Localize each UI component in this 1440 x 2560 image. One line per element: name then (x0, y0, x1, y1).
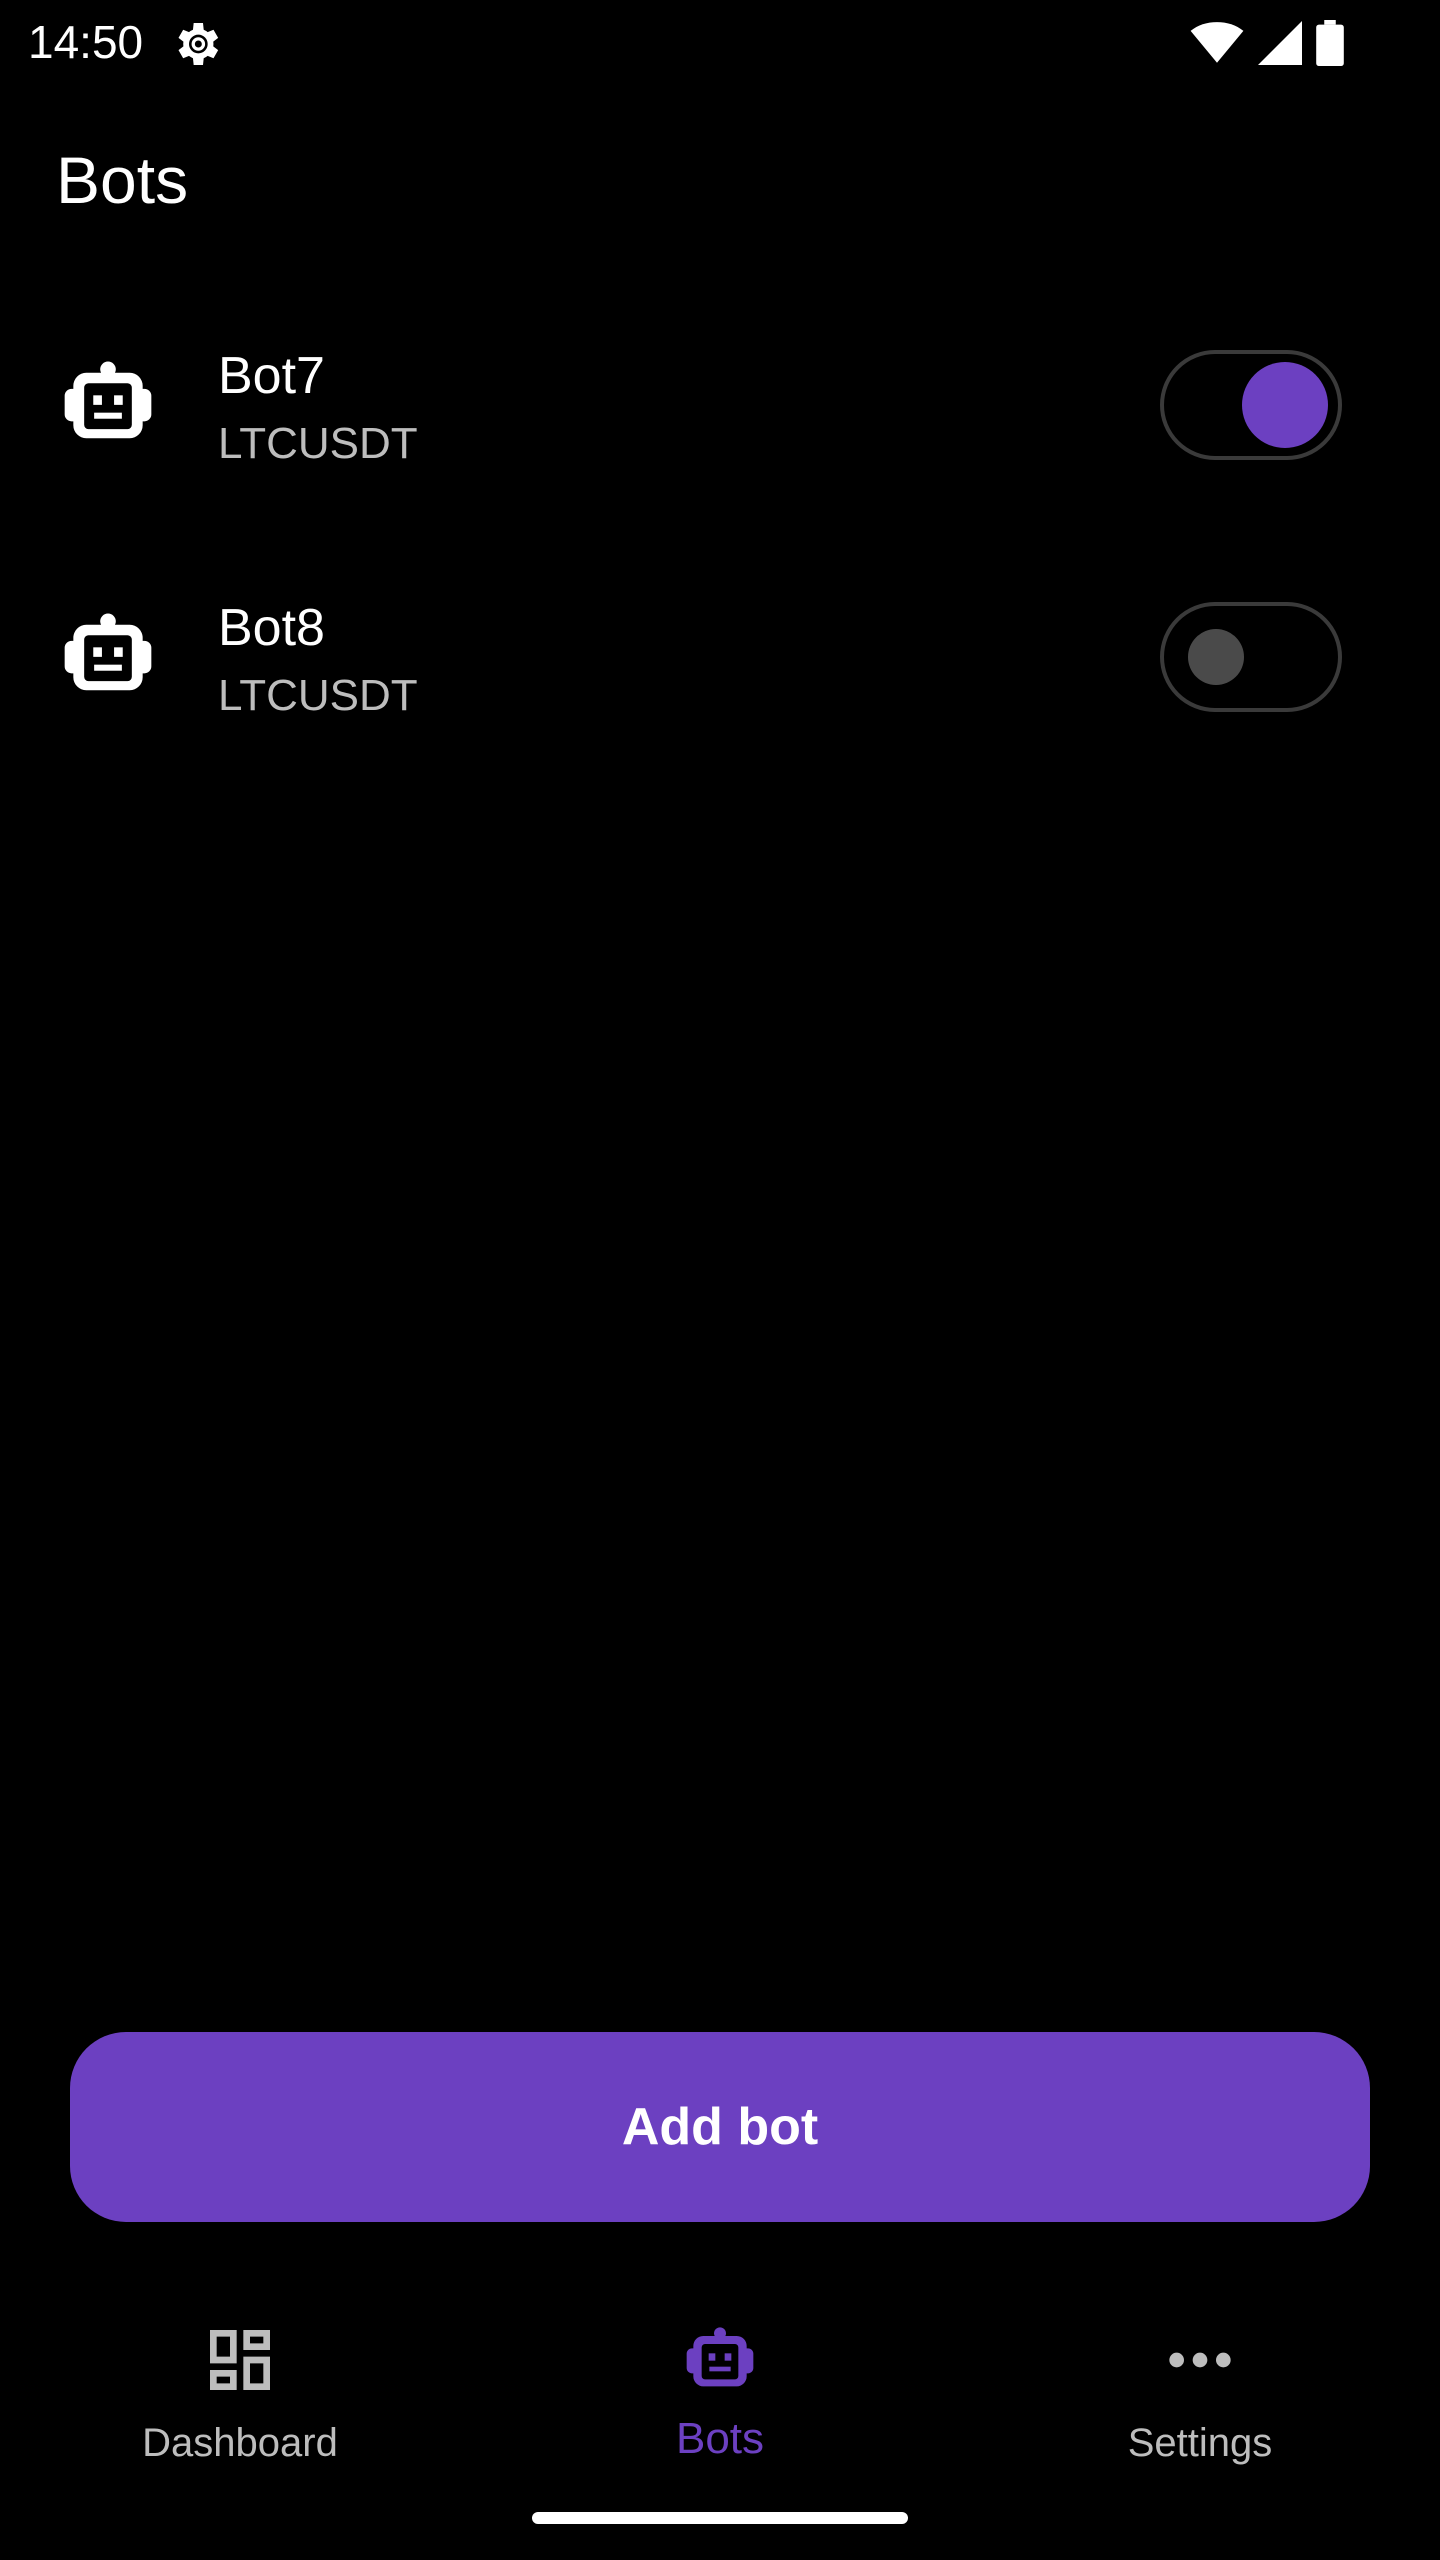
signal-icon (1258, 21, 1302, 65)
add-bot-button[interactable]: Add bot (70, 2032, 1370, 2222)
nav-label: Bots (675, 2414, 765, 2463)
toggle-knob (1188, 629, 1244, 685)
bot-enabled-toggle[interactable] (1160, 350, 1342, 460)
bot-symbol: LTCUSDT (218, 419, 418, 468)
add-bot-label: Add bot (621, 2098, 819, 2156)
bot-list-item[interactable]: Bot7 LTCUSDT (0, 310, 1440, 500)
wifi-icon (1190, 22, 1244, 63)
bottom-navigation: Dashboard Bots Settings (0, 2290, 1440, 2490)
status-icons (1190, 18, 1344, 68)
bot-name: Bot8 (218, 599, 325, 657)
nav-item-dashboard[interactable]: Dashboard (0, 2290, 480, 2490)
robot-icon (64, 613, 152, 691)
bot-enabled-toggle[interactable] (1160, 602, 1342, 712)
status-time: 14:50 (28, 16, 144, 68)
dashboard-icon (210, 2330, 270, 2390)
more-horizontal-icon (1169, 2352, 1231, 2368)
nav-item-settings[interactable]: Settings (960, 2290, 1440, 2490)
bot-symbol: LTCUSDT (218, 671, 418, 720)
settings-gear-icon (178, 23, 219, 65)
robot-icon (64, 361, 152, 439)
page-title: Bots (56, 143, 189, 217)
status-bar: 14:50 (0, 0, 1440, 84)
robot-icon (686, 2327, 754, 2387)
battery-icon (1316, 20, 1344, 66)
home-indicator[interactable] (532, 2512, 908, 2524)
bot-name: Bot7 (218, 347, 325, 405)
toggle-knob (1242, 362, 1328, 448)
nav-item-bots[interactable]: Bots (480, 2290, 960, 2490)
nav-label: Settings (1127, 2421, 1273, 2465)
nav-label: Dashboard (142, 2421, 338, 2465)
bot-list-item[interactable]: Bot8 LTCUSDT (0, 562, 1440, 752)
